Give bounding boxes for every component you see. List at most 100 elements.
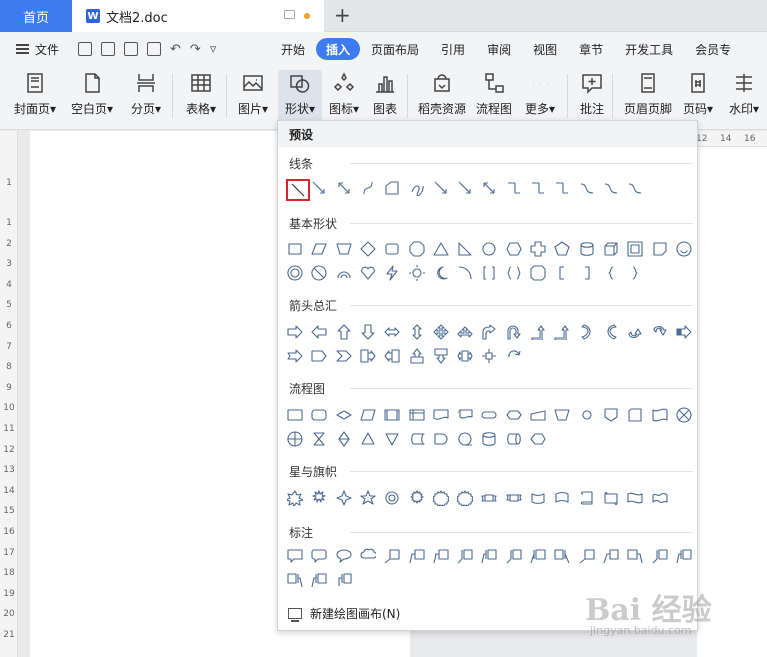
shape-plaque[interactable] bbox=[529, 264, 547, 282]
shape-rect[interactable] bbox=[286, 240, 304, 258]
shape-cBar1[interactable] bbox=[456, 547, 474, 565]
shape-fdisp[interactable] bbox=[529, 430, 547, 448]
ribbon-button-docer-resource[interactable]: 稻壳资源 bbox=[414, 70, 470, 122]
shape-heart[interactable] bbox=[359, 264, 377, 282]
ribbon-button-page-break[interactable]: 分页▾ bbox=[122, 70, 170, 122]
shape-arrU[interactable] bbox=[335, 323, 353, 341]
shape-quad[interactable] bbox=[432, 323, 450, 341]
shape-cube[interactable] bbox=[602, 240, 620, 258]
shape-cAcc2[interactable] bbox=[529, 547, 547, 565]
shape-callL[interactable] bbox=[383, 347, 401, 365]
shape-arrUD[interactable] bbox=[408, 323, 426, 341]
shape-arrL[interactable] bbox=[310, 323, 328, 341]
shape-fdirect[interactable] bbox=[505, 430, 523, 448]
ribbon-button-table[interactable]: 表格▾ bbox=[178, 70, 224, 122]
shape-ribbonCurve[interactable] bbox=[529, 489, 547, 507]
shape-curvy[interactable] bbox=[602, 179, 620, 197]
shape-callU[interactable] bbox=[408, 347, 426, 365]
shape-freeform[interactable] bbox=[383, 179, 401, 197]
shape-star5[interactable] bbox=[359, 489, 377, 507]
shape-brackets[interactable] bbox=[480, 264, 498, 282]
shape-fdata[interactable] bbox=[359, 406, 377, 424]
selected-shape-line[interactable] bbox=[286, 179, 310, 201]
shape-pentagon[interactable] bbox=[310, 347, 328, 365]
tab-8[interactable]: 会员专 bbox=[684, 38, 742, 60]
shape-braces[interactable] bbox=[505, 264, 523, 282]
shape-fprep[interactable] bbox=[505, 406, 523, 424]
shape-fprocess[interactable] bbox=[286, 406, 304, 424]
shape-arrowd[interactable] bbox=[432, 179, 450, 197]
shape-ribbonDown[interactable] bbox=[480, 489, 498, 507]
shape-ribbonCurve2[interactable] bbox=[553, 489, 571, 507]
shape-arrowd[interactable] bbox=[310, 179, 328, 197]
print-icon[interactable] bbox=[124, 42, 138, 56]
shape-falt[interactable] bbox=[310, 406, 328, 424]
shape-cBA2[interactable] bbox=[310, 571, 328, 589]
ribbon-button-page-number[interactable]: 页码▾ bbox=[678, 70, 718, 122]
shape-burst[interactable] bbox=[286, 489, 304, 507]
shape-dwave[interactable] bbox=[651, 489, 669, 507]
file-menu[interactable]: 文件 bbox=[0, 41, 70, 58]
tab-document[interactable]: W 文档2.doc bbox=[72, 0, 324, 32]
shape-para[interactable] bbox=[310, 240, 328, 258]
horizontal-ruler[interactable]: 12 14 16 bbox=[696, 131, 767, 147]
shape-lup[interactable] bbox=[529, 323, 547, 341]
document-page-right[interactable] bbox=[697, 131, 767, 657]
shape-noSym[interactable] bbox=[310, 264, 328, 282]
shape-cBar2[interactable] bbox=[480, 547, 498, 565]
shape-cAcc3[interactable] bbox=[553, 547, 571, 565]
tab-5[interactable]: 视图 bbox=[522, 38, 568, 60]
shape-scrollV[interactable] bbox=[578, 489, 596, 507]
tab-4[interactable]: 审阅 bbox=[476, 38, 522, 60]
shape-arrR[interactable] bbox=[286, 323, 304, 341]
shape-cLast[interactable] bbox=[335, 571, 353, 589]
shape-fmulti[interactable] bbox=[456, 406, 474, 424]
tab-home[interactable]: 首页 bbox=[0, 0, 72, 32]
shape-fstor[interactable] bbox=[408, 430, 426, 448]
shape-arrowd[interactable] bbox=[456, 179, 474, 197]
shape-star4[interactable] bbox=[335, 489, 353, 507]
shape-curD[interactable] bbox=[651, 323, 669, 341]
ribbon-button-flowchart[interactable]: 流程图 bbox=[472, 70, 516, 122]
ribbon-button-chart[interactable]: 图表 bbox=[368, 70, 402, 122]
shape-fsort[interactable] bbox=[335, 430, 353, 448]
shape-uturn[interactable] bbox=[505, 323, 523, 341]
shape-cRect[interactable] bbox=[286, 547, 304, 565]
ribbon-button-icons[interactable]: 图标▾ bbox=[324, 70, 364, 122]
shape-cLine1[interactable] bbox=[383, 547, 401, 565]
shape-curU[interactable] bbox=[626, 323, 644, 341]
shape-cCloud[interactable] bbox=[359, 547, 377, 565]
tab-7[interactable]: 开发工具 bbox=[614, 38, 684, 60]
shape-curL[interactable] bbox=[602, 323, 620, 341]
tab-3[interactable]: 引用 bbox=[430, 38, 476, 60]
shape-fseq[interactable] bbox=[456, 430, 474, 448]
shape-cBord1[interactable] bbox=[578, 547, 596, 565]
ribbon-button-blank-page[interactable]: 空白页▾ bbox=[66, 70, 118, 122]
tab-1[interactable]: 插入 bbox=[316, 38, 361, 60]
shape-frame[interactable] bbox=[626, 240, 644, 258]
shape-striped[interactable] bbox=[675, 323, 693, 341]
shape-elbow[interactable] bbox=[553, 179, 571, 197]
shape-moon[interactable] bbox=[432, 264, 450, 282]
shape-cAcc1[interactable] bbox=[505, 547, 523, 565]
tab-2[interactable]: 页面布局 bbox=[360, 38, 430, 60]
shape-callR[interactable] bbox=[359, 347, 377, 365]
shape-curvy[interactable] bbox=[578, 179, 596, 197]
redo-icon[interactable]: ↷ bbox=[190, 42, 201, 57]
shape-lbracket[interactable] bbox=[553, 264, 571, 282]
shape-hexa[interactable] bbox=[505, 240, 523, 258]
shape-arc2[interactable] bbox=[456, 264, 474, 282]
shape-fmanin[interactable] bbox=[529, 406, 547, 424]
shape-cLine2[interactable] bbox=[408, 547, 426, 565]
shape-fdec[interactable] bbox=[335, 406, 353, 424]
save-icon[interactable] bbox=[78, 42, 92, 56]
shape-burst2[interactable] bbox=[310, 489, 328, 507]
shape-circArr[interactable] bbox=[505, 347, 523, 365]
shape-arrLR[interactable] bbox=[383, 323, 401, 341]
shape-fdoc[interactable] bbox=[432, 406, 450, 424]
print-preview-icon[interactable] bbox=[147, 42, 161, 56]
shape-fmanop[interactable] bbox=[553, 406, 571, 424]
shape-cyl[interactable] bbox=[578, 240, 596, 258]
shape-donut[interactable] bbox=[286, 264, 304, 282]
shape-cOval[interactable] bbox=[335, 547, 353, 565]
